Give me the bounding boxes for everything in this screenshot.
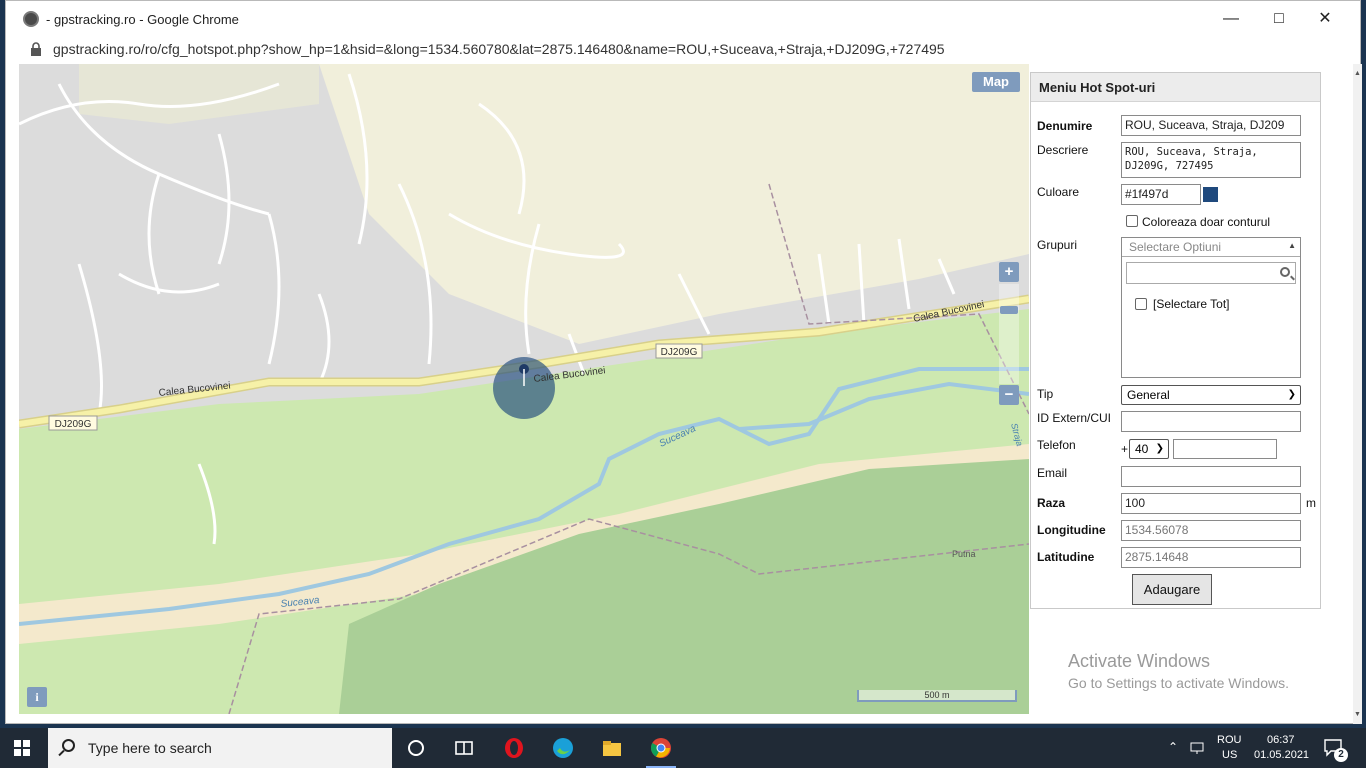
taskbar: Type here to search ⌃ ROU US 06:37 01.05… [0,728,1366,768]
denumire-input[interactable]: ROU, Suceava, Straja, DJ209 [1121,115,1301,136]
keyboard-layout[interactable]: US [1222,749,1237,761]
grupuri-label: Grupuri [1037,238,1078,252]
file-explorer-icon[interactable] [600,736,624,760]
latitudine-input[interactable]: 2875.14648 [1121,547,1301,568]
panel-title: Meniu Hot Spot-uri [1031,73,1320,102]
telefon-label: Telefon [1037,438,1076,452]
grupuri-search-input[interactable] [1126,262,1296,284]
tip-label: Tip [1037,387,1054,401]
close-button[interactable]: ✕ [1302,7,1348,31]
map-view[interactable]: DJ209G DJ209G Calea Bucovinei Calea Buco… [19,64,1029,714]
select-all-checkbox[interactable] [1135,298,1147,310]
map-info-button[interactable]: i [27,687,47,707]
contur-checkbox[interactable] [1126,215,1138,227]
map-canvas[interactable]: DJ209G DJ209G Calea Bucovinei Calea Buco… [19,64,1029,714]
opera-icon[interactable] [502,736,526,760]
chevron-down-icon: ❯ [1155,443,1164,454]
notification-count-badge: 2 [1334,748,1348,762]
taskbar-search-placeholder: Type here to search [88,740,212,756]
scroll-up-icon[interactable]: ▲ [1354,70,1361,77]
activate-windows-watermark: Activate Windows Go to Settings to activ… [1068,651,1289,691]
language-code[interactable]: ROU [1217,734,1241,746]
activate-line1: Activate Windows [1068,651,1211,671]
telefon-prefix-select[interactable]: 40 ❯ [1129,439,1169,459]
telefon-prefix-value: 40 [1135,442,1149,456]
zoom-out-button[interactable]: − [999,385,1019,405]
chrome-icon[interactable] [649,736,673,760]
email-label: Email [1037,466,1068,480]
clock-time[interactable]: 06:37 [1267,734,1295,746]
grupuri-placeholder: Selectare Optiuni [1129,240,1222,254]
grupuri-multiselect[interactable]: Selectare Optiuni ▲ [Selectare Tot] [1121,237,1301,378]
url-text[interactable]: gpstracking.ro/ro/cfg_hotspot.php?show_h… [53,41,945,57]
search-icon [62,739,75,752]
tip-select[interactable]: General ❯ [1121,385,1301,405]
address-bar[interactable]: gpstracking.ro/ro/cfg_hotspot.php?show_h… [6,37,1360,63]
lock-icon [31,42,41,56]
taskbar-search-box[interactable]: Type here to search [48,728,392,768]
title-bar: - gpstracking.ro - Google Chrome — □ ✕ [6,1,1360,37]
edge-icon[interactable] [551,736,575,760]
scroll-down-icon[interactable]: ▼ [1354,711,1361,718]
volume-icon[interactable] [1193,740,1209,756]
map-scale-bar: 500 m [857,690,1017,702]
clock-date[interactable]: 01.05.2021 [1254,749,1309,761]
chrome-window: - gpstracking.ro - Google Chrome — □ ✕ g… [5,0,1362,724]
longitudine-input[interactable]: 1534.56078 [1121,520,1301,541]
zoom-track[interactable] [999,284,1019,384]
adaugare-button[interactable]: Adaugare [1132,574,1212,605]
windows-start-icon[interactable] [14,740,31,757]
tray-chevron-up-icon[interactable]: ⌃ [1168,740,1178,754]
map-label-dj209g-2: DJ209G [661,347,698,358]
search-icon [1280,267,1290,277]
telefon-input[interactable] [1173,439,1277,459]
maximize-button[interactable]: □ [1256,7,1302,31]
color-swatch[interactable] [1203,187,1218,202]
descriere-label: Descriere [1037,143,1089,157]
select-all-label[interactable]: [Selectare Tot] [1153,297,1230,311]
tip-selected-value: General [1127,388,1170,402]
caret-up-icon: ▲ [1288,241,1296,250]
minimize-button[interactable]: — [1208,7,1254,31]
zoom-slider-handle[interactable] [1000,306,1018,314]
contur-label: Coloreaza doar conturul [1142,215,1271,229]
telefon-plus: + [1121,442,1129,456]
map-label-dj209g-1: DJ209G [55,419,92,430]
map-type-button[interactable]: Map [972,72,1020,92]
latitudine-label: Latitudine [1037,550,1095,564]
idextern-input[interactable] [1121,411,1301,432]
hotspot-panel: Meniu Hot Spot-uri Denumire ROU, Suceava… [1030,72,1321,609]
denumire-label: Denumire [1037,119,1093,133]
raza-input[interactable]: 100 [1121,493,1301,514]
site-favicon-icon [23,11,39,27]
raza-unit: m [1306,496,1316,510]
culoare-input[interactable]: #1f497d [1121,184,1201,205]
chevron-down-icon: ❯ [1287,389,1296,400]
activate-line2: Go to Settings to activate Windows. [1068,675,1289,691]
window-title: - gpstracking.ro - Google Chrome [46,12,239,27]
grupuri-select-header[interactable]: Selectare Optiuni ▲ [1122,238,1300,257]
descriere-textarea[interactable]: ROU, Suceava, Straja, DJ209G, 727495 [1121,142,1301,178]
task-view-cortana-icon[interactable] [404,736,428,760]
vertical-scrollbar[interactable]: ▲ ▼ [1353,64,1362,724]
map-label-putna: Putna [952,549,976,559]
longitudine-label: Longitudine [1037,523,1106,537]
zoom-in-button[interactable]: + [999,262,1019,282]
culoare-label: Culoare [1037,185,1080,199]
raza-label: Raza [1037,496,1066,510]
idextern-label: ID Extern/CUI [1037,411,1112,425]
email-input[interactable] [1121,466,1301,487]
task-view-icon[interactable] [452,736,476,760]
